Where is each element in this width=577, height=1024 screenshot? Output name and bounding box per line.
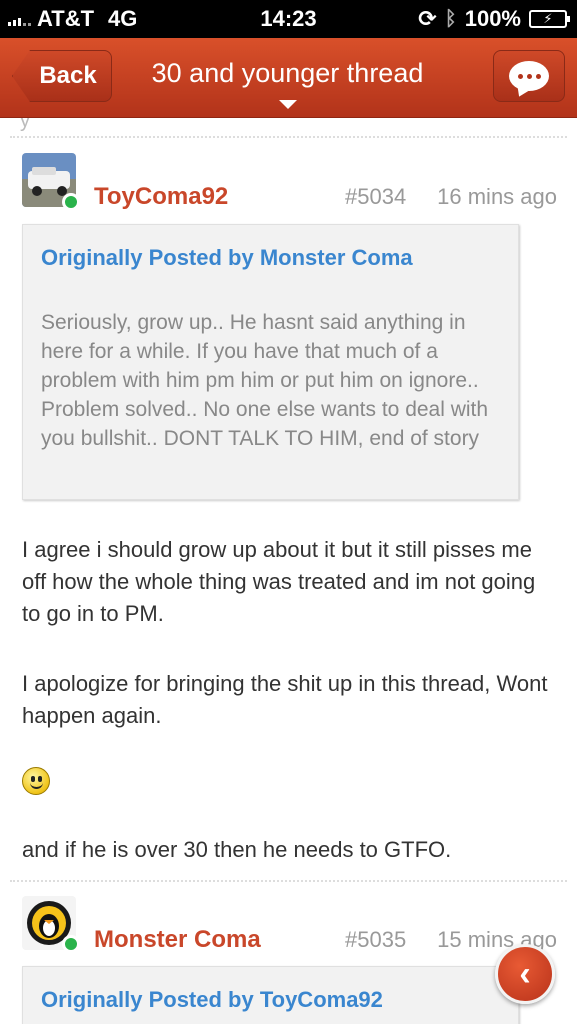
chevron-left-icon: ‹ xyxy=(519,954,531,993)
smiley-icon xyxy=(22,767,50,795)
status-right: ⟳ ᛒ 100% ⚡ xyxy=(418,6,570,32)
post-paragraph: and if he is over 30 then he needs to GT… xyxy=(22,837,452,862)
rotation-lock-icon: ⟳ xyxy=(418,6,437,31)
quote-header[interactable]: Originally Posted by Monster Coma xyxy=(41,245,413,271)
post-username[interactable]: ToyComa92 xyxy=(94,183,228,211)
quote-block: Originally Posted by ToyComa92 xyxy=(22,966,519,1024)
post-number[interactable]: #5035 xyxy=(345,927,406,953)
quote-text: Seriously, grow up.. He hasnt said anyth… xyxy=(41,311,489,450)
status-bar: AT&T 4G 14:23 ⟳ ᛒ 100% ⚡ xyxy=(0,0,577,38)
previous-post-fragment: y xyxy=(20,118,30,132)
post-paragraph: I agree i should grow up about it but it… xyxy=(22,537,536,626)
bluetooth-icon: ᛒ xyxy=(444,7,457,30)
post-username[interactable]: Monster Coma xyxy=(94,926,261,954)
post-paragraph: I apologize for bringing the shit up in … xyxy=(22,671,548,728)
battery-icon: ⚡ xyxy=(529,10,570,28)
reply-chat-button[interactable] xyxy=(493,50,565,102)
thread-title[interactable]: 30 and younger thread xyxy=(120,58,455,89)
title-dropdown-icon[interactable] xyxy=(279,100,297,109)
quote-header[interactable]: Originally Posted by ToyComa92 xyxy=(41,987,383,1013)
online-indicator xyxy=(62,935,80,953)
post-time: 16 mins ago xyxy=(437,184,557,209)
navigation-bar: Back 30 and younger thread xyxy=(0,38,577,118)
battery-percent: 100% xyxy=(464,6,521,31)
chat-bubble-icon xyxy=(509,61,549,91)
post-divider xyxy=(10,136,567,138)
online-indicator xyxy=(62,193,80,211)
floating-back-button[interactable]: ‹ xyxy=(495,944,555,1004)
post-number[interactable]: #5034 xyxy=(345,184,406,210)
quote-block: Originally Posted by Monster Coma Seriou… xyxy=(22,224,519,500)
back-button[interactable]: Back xyxy=(12,50,112,102)
post-divider xyxy=(10,880,567,882)
